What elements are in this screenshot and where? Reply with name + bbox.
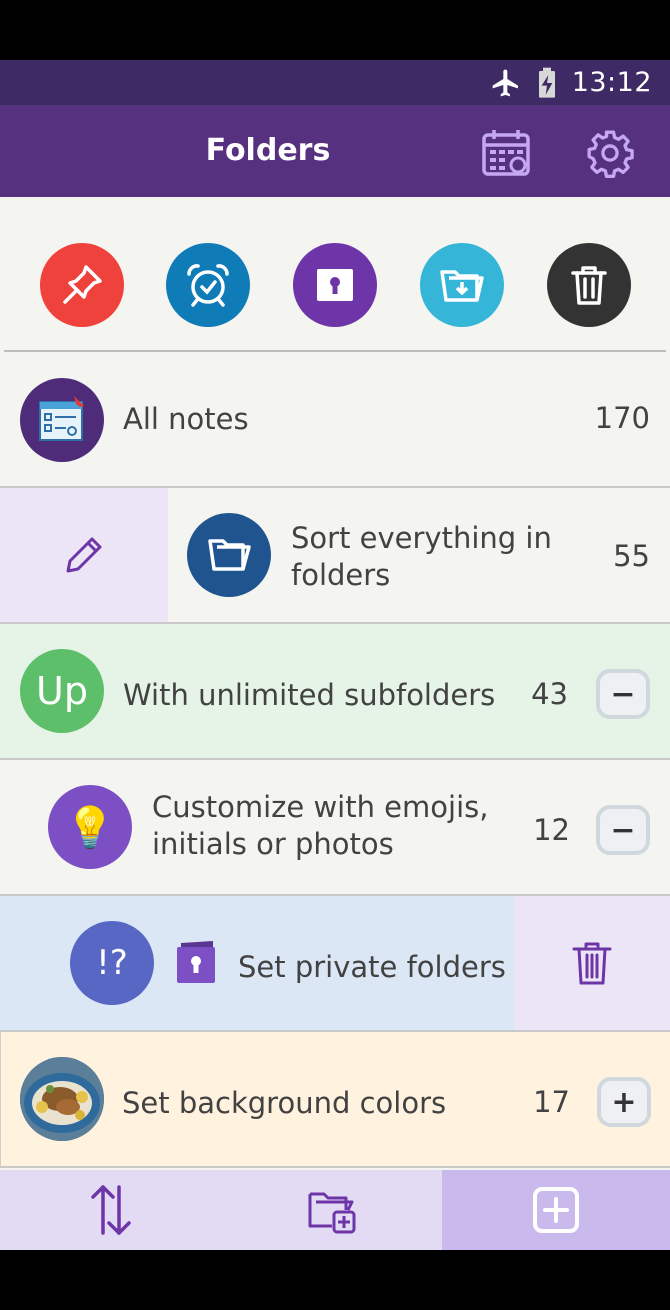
airplane-icon [492,69,518,96]
folder-row-sort[interactable]: Sort everything in folders 55 [0,488,670,624]
top-black-bar [0,0,670,60]
folder-avatar: 💡 [48,785,132,869]
pinned-filter-button[interactable] [40,243,124,327]
archive-folder-icon [440,270,484,302]
trash-icon [572,942,612,985]
folder-count: 12 [533,813,570,847]
lock-icon [317,269,353,301]
sort-button[interactable] [0,1170,221,1250]
food-photo-image [20,1057,104,1141]
folder-list-panel: All notes 170 Sort everything in folders [0,197,670,1170]
folder-row-subfolders[interactable]: Up With unlimited subfolders 43 − [0,624,670,760]
folder-avatar: !? [70,921,154,1005]
trash-icon [571,266,607,305]
expand-toggle-button[interactable]: + [597,1077,651,1127]
edit-icon [66,537,102,573]
folder-label: Set private folders [238,950,506,984]
folder-count: 55 [613,539,650,573]
settings-icon[interactable] [585,128,635,178]
collapse-toggle-button[interactable]: − [596,805,650,855]
folder-row-all-notes[interactable]: All notes 170 [0,352,670,488]
add-note-button[interactable] [442,1170,670,1250]
delete-folder-button[interactable] [514,896,670,1030]
folder-row-background[interactable]: Set background colors 17 + [0,1032,670,1168]
notes-list-icon [39,396,84,441]
folder-avatar [187,513,271,597]
private-filter-button[interactable] [293,243,377,327]
collapse-toggle-button[interactable]: − [596,669,650,719]
folder-label: Sort everything in folders [291,520,552,594]
reminders-filter-button[interactable] [166,243,250,327]
folder-label: With unlimited subfolders [123,678,496,712]
pin-icon [63,265,102,304]
archive-filter-button[interactable] [420,243,504,327]
folder-label: Customize with emojis, initials or photo… [152,789,488,863]
status-time: 13:12 [571,67,652,98]
battery-charging-icon [538,67,555,98]
folder-row-private[interactable]: !? Set private folders [0,896,670,1032]
bottom-black-bar [0,1250,670,1310]
bottom-toolbar [0,1170,670,1250]
folder-icon [208,539,251,571]
new-folder-icon [308,1192,355,1234]
folder-label: All notes [123,402,249,436]
lightbulb-emoji: 💡 [65,804,115,851]
alarm-clock-icon [187,264,229,307]
folder-row-customize[interactable]: 💡 Customize with emojis, initials or pho… [0,760,670,896]
status-bar: 13:12 [0,60,670,105]
lock-icon [177,941,215,983]
sort-icon [90,1185,131,1235]
folder-avatar-photo [20,1057,104,1141]
folder-count: 43 [531,677,568,711]
folder-count: 170 [594,401,650,435]
folder-avatar: Up [20,649,104,733]
trash-filter-button[interactable] [547,243,631,327]
new-folder-button[interactable] [221,1170,442,1250]
page-title: Folders [205,133,331,168]
add-note-icon [533,1187,579,1233]
folder-label-line: initials or photos [152,827,394,861]
folder-count: 17 [533,1085,570,1119]
calendar-icon[interactable] [481,128,531,178]
app-bar: Folders [0,105,670,197]
quick-actions-row [0,197,670,351]
folder-avatar [20,378,104,462]
folder-label-line: Customize with emojis, [152,790,489,824]
folder-label-line: folders [291,558,391,592]
edit-folder-button[interactable] [0,488,168,622]
folder-label: Set background colors [122,1086,447,1120]
folder-label-line: Sort everything in [291,521,552,555]
